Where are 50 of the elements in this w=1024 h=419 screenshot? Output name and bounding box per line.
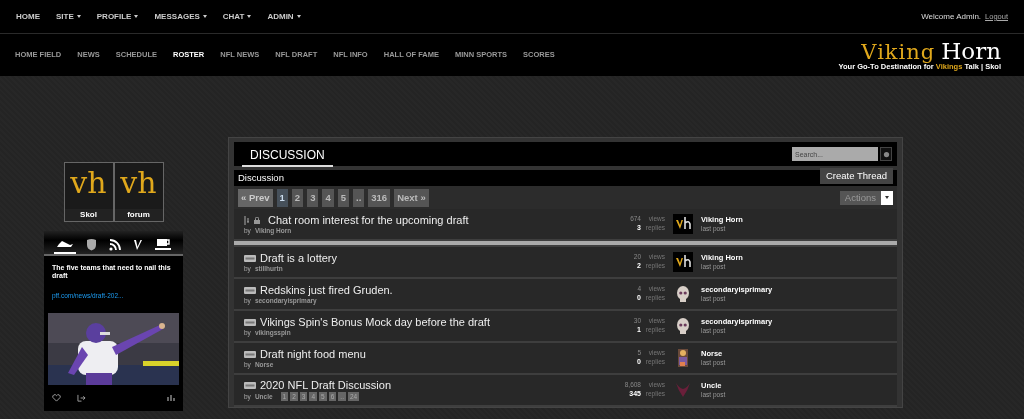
thread-title-link[interactable]: Chat room interest for the upcoming draft: [268, 213, 469, 227]
new-tag-icon: [244, 254, 256, 262]
letter-v-icon: [133, 239, 143, 251]
heart-icon[interactable]: [52, 393, 61, 402]
welcome-text: Welcome Admin.: [921, 10, 982, 23]
new-tag-icon: [244, 286, 256, 294]
thread-title-link[interactable]: 2020 NFL Draft Discussion: [260, 378, 392, 393]
dropdown-caret-icon[interactable]: [881, 190, 893, 205]
avatar: [673, 214, 693, 234]
thread-title-link[interactable]: Draft night food menu: [260, 347, 366, 361]
logo-wordmark: Viking: [861, 39, 936, 64]
share-icon[interactable]: [77, 393, 86, 402]
page-button[interactable]: 5: [337, 188, 349, 207]
nav-menu-link[interactable]: MESSAGES: [154, 10, 207, 23]
thread-title-link[interactable]: Draft is a lottery: [260, 251, 338, 265]
nav-menu-link[interactable]: HOME: [16, 10, 40, 23]
rss-icon: [109, 239, 121, 251]
page-button[interactable]: 2: [291, 188, 304, 207]
nav-menu-link[interactable]: ADMIN: [267, 10, 301, 23]
nav-menu-link[interactable]: SITE: [56, 10, 81, 23]
new-tag-icon: [244, 382, 256, 389]
widget-tab[interactable]: [84, 236, 99, 254]
search-icon: [882, 150, 890, 158]
logo-letters: vh: [120, 164, 157, 202]
page-button[interactable]: 1: [276, 188, 288, 207]
shield-icon: [86, 238, 97, 251]
search-button[interactable]: [880, 147, 892, 161]
thread-title-link[interactable]: Vikings Spin's Bonus Mock day before the draft: [260, 315, 490, 329]
pin-icon: [244, 215, 250, 225]
forum-title: Discussion: [238, 170, 284, 185]
cup-icon: [155, 238, 171, 251]
page-button[interactable]: 316: [368, 188, 391, 207]
new-tag-icon: [244, 318, 256, 326]
logo-letters: vh: [70, 164, 107, 202]
page-button[interactable]: 4: [322, 188, 334, 207]
logo-caption: Skol: [64, 209, 113, 221]
thread-title-link[interactable]: Redskins just fired Gruden.: [260, 283, 393, 297]
page-button[interactable]: 3: [307, 188, 319, 207]
page-button[interactable]: Next »: [394, 188, 429, 207]
chart-icon[interactable]: [167, 394, 175, 402]
lock-icon: [254, 216, 260, 224]
nav-menu-link[interactable]: CHAT: [222, 10, 252, 23]
page-button[interactable]: ..: [353, 188, 365, 207]
section-heading: DISCUSSION: [242, 146, 333, 167]
new-tag-icon: [244, 350, 256, 358]
nav-menu-link[interactable]: PROFILE: [96, 10, 139, 23]
logo-wordmark: Horn: [941, 37, 1001, 64]
create-thread-button[interactable]: Create Thread: [819, 168, 893, 184]
avatar: [673, 252, 693, 272]
logo-caption: forum: [114, 209, 163, 221]
